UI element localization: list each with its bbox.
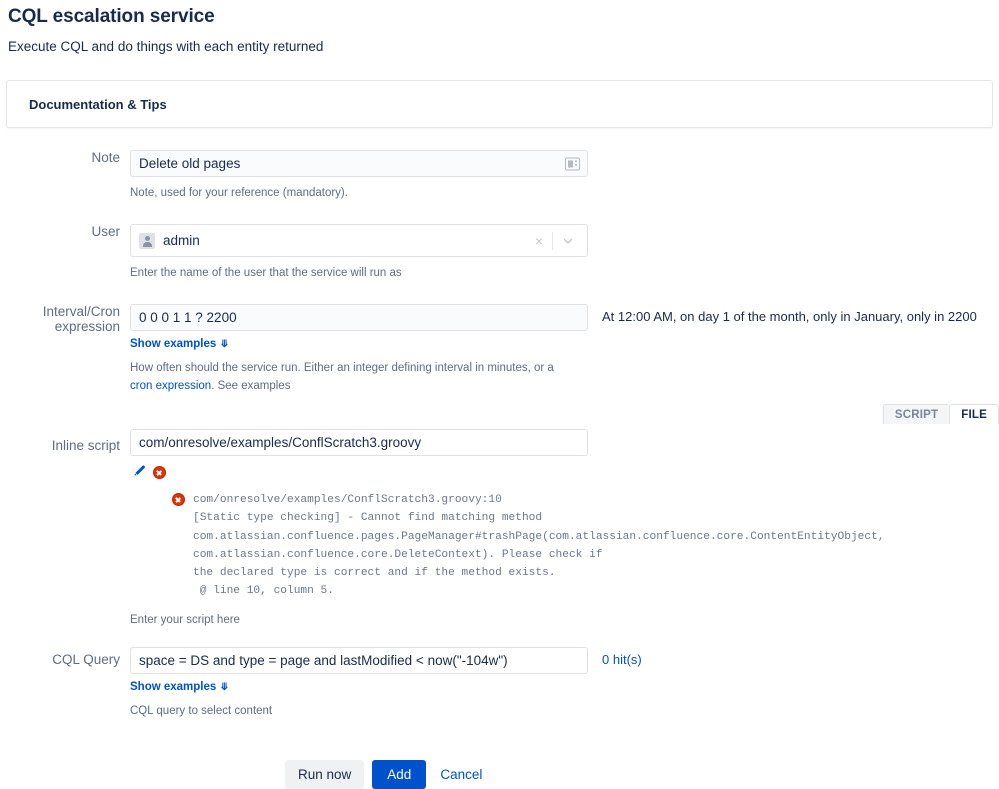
cron-description-part1: How often should the service run. Either…	[130, 362, 554, 374]
close-icon[interactable]: ×	[526, 234, 552, 248]
note-label: Note	[91, 150, 120, 165]
delete-circle-icon[interactable]	[153, 466, 166, 479]
script-source-tabs: SCRIPT FILE	[541, 404, 999, 424]
script-error-block: com/onresolve/examples/ConflScratch3.gro…	[172, 491, 999, 601]
page-title: CQL escalation service	[8, 6, 215, 27]
chevron-down-icon[interactable]	[553, 235, 583, 247]
user-description: Enter the name of the user that the serv…	[130, 267, 402, 279]
cron-input-value: 0 0 0 1 1 ? 2200	[139, 309, 237, 325]
tab-file[interactable]: FILE	[949, 404, 999, 424]
add-button[interactable]: Add	[372, 759, 427, 789]
script-error-text: com/onresolve/examples/ConflScratch3.gro…	[193, 491, 885, 601]
error-line: com.atlassian.confluence.pages.PageManag…	[193, 530, 885, 543]
user-select[interactable]: admin ×	[130, 224, 588, 257]
error-line: [Static type checking] - Cannot find mat…	[193, 512, 543, 525]
error-line: com/onresolve/examples/ConflScratch3.gro…	[193, 494, 502, 506]
cron-row: Interval/Cron expression 0 0 0 1 1 ? 220…	[0, 304, 999, 395]
note-input-value: Delete old pages	[139, 155, 241, 171]
cql-show-examples-label: Show examples	[130, 680, 217, 693]
script-row: Inline script SCRIPT FILE com/onresolve/…	[0, 404, 999, 629]
cancel-button[interactable]: Cancel	[434, 760, 488, 789]
cql-description: CQL query to select content	[130, 704, 273, 717]
chevron-down-icon: ⤋	[220, 681, 229, 693]
error-line: com.atlassian.confluence.core.DeleteCont…	[193, 548, 603, 561]
cron-label: Interval/Cron expression	[42, 304, 120, 334]
user-select-value: admin	[163, 233, 200, 248]
cql-row: CQL Query space = DS and type = page and…	[0, 646, 999, 720]
cron-human-readable: At 12:00 AM, on day 1 of the month, only…	[602, 309, 977, 324]
cron-show-examples-label: Show examples	[130, 338, 217, 350]
documentation-tips-title: Documentation & Tips	[29, 96, 167, 112]
run-now-button[interactable]: Run now	[285, 759, 365, 789]
cron-show-examples-link[interactable]: Show examples ⤋	[130, 338, 229, 350]
service-form: Note Delete old pages Note, used for you…	[0, 128, 999, 789]
note-row: Note Delete old pages Note, used for you…	[0, 150, 999, 202]
note-input[interactable]: Delete old pages	[130, 150, 588, 177]
contact-card-icon[interactable]	[565, 157, 580, 170]
cron-description: How often should the service run. Either…	[130, 359, 570, 395]
cql-input[interactable]: space = DS and type = page and lastModif…	[130, 646, 588, 674]
cron-description-part2: . See examples	[211, 380, 291, 392]
script-path-value: com/onresolve/examples/ConflScratch3.gro…	[139, 434, 422, 450]
user-avatar-icon	[139, 232, 155, 249]
cql-hits-count: 0 hit(s)	[602, 651, 642, 667]
chevron-down-icon: ⤋	[220, 339, 229, 350]
note-description: Note, used for your reference (mandatory…	[130, 187, 348, 199]
tab-script[interactable]: SCRIPT	[882, 404, 950, 424]
cron-input[interactable]: 0 0 0 1 1 ? 2200	[130, 304, 588, 331]
documentation-tips-panel[interactable]: Documentation & Tips	[6, 80, 993, 128]
pencil-icon[interactable]	[133, 463, 147, 482]
user-row: User admin × Enter the name of the user …	[0, 224, 999, 282]
script-path-input[interactable]: com/onresolve/examples/ConflScratch3.gro…	[130, 429, 588, 456]
user-label: User	[91, 224, 120, 239]
error-icon	[172, 493, 185, 506]
page-subtitle: Execute CQL and do things with each enti…	[8, 39, 324, 54]
cql-label: CQL Query	[52, 651, 120, 667]
script-label: Inline script	[51, 438, 120, 453]
cron-expression-link[interactable]: cron expression	[130, 380, 211, 392]
error-line: @ line 10, column 5.	[193, 585, 334, 598]
script-description: Enter your script here	[130, 613, 240, 626]
cql-input-value: space = DS and type = page and lastModif…	[139, 652, 508, 668]
error-line: the declared type is correct and if the …	[193, 567, 556, 580]
cql-show-examples-link[interactable]: Show examples ⤋	[130, 681, 229, 693]
form-actions: Run now Add Cancel	[0, 759, 999, 789]
